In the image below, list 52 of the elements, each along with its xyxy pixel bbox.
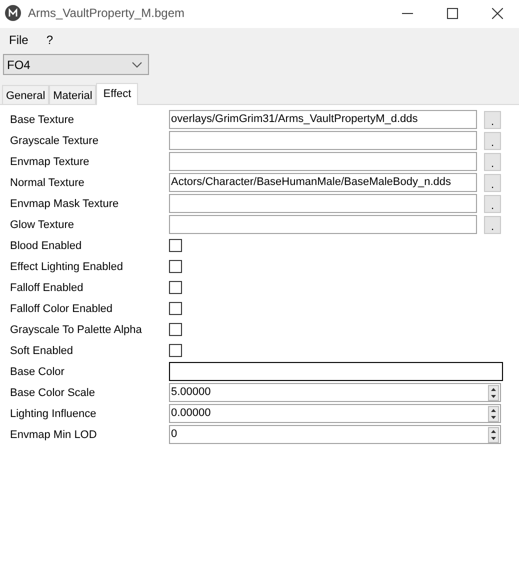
number-spinner[interactable]: 0: [169, 425, 501, 444]
property-label: Falloff Enabled: [10, 282, 84, 294]
checkbox[interactable]: [169, 344, 182, 357]
property-label: Envmap Min LOD: [10, 428, 98, 440]
app-icon: [5, 5, 21, 21]
browse-button[interactable]: .: [484, 216, 501, 234]
property-label: Envmap Texture: [10, 156, 90, 168]
browse-button[interactable]: .: [484, 152, 501, 170]
chevron-icon: [132, 62, 142, 68]
spin-arrows-icon[interactable]: [488, 384, 499, 400]
window-title: Arms_VaultProperty_M.bgem: [28, 6, 185, 20]
game-dropdown[interactable]: FO4: [3, 54, 149, 75]
property-label: Blood Enabled: [10, 240, 83, 252]
texture-path-field[interactable]: overlays/GrimGrim31/Arms_VaultPropertyM_d.dds: [169, 110, 477, 129]
close-icon[interactable]: [492, 8, 503, 18]
browse-button[interactable]: .: [484, 174, 501, 192]
texture-path-field[interactable]: [169, 152, 477, 171]
property-label: Falloff Color Enabled: [10, 302, 114, 314]
menu-item[interactable]: ?: [43, 33, 56, 47]
texture-path-field[interactable]: [169, 215, 477, 234]
tab[interactable]: Effect: [96, 83, 138, 105]
checkbox[interactable]: [169, 260, 182, 273]
maximize-icon[interactable]: [447, 8, 458, 18]
texture-path-field[interactable]: [169, 131, 477, 150]
number-spinner[interactable]: 0.00000: [169, 404, 501, 423]
property-label: Grayscale Texture: [10, 134, 100, 146]
texture-path-field[interactable]: Actors/Character/BaseHumanMale/BaseMaleBody_n.dds: [169, 173, 477, 192]
checkbox[interactable]: [169, 323, 182, 336]
property-label: Base Texture: [10, 114, 76, 126]
tab[interactable]: Material: [49, 85, 96, 104]
property-label: Envmap Mask Texture: [10, 198, 120, 210]
property-label: Grayscale To Palette Alpha: [10, 324, 143, 336]
checkbox[interactable]: [169, 239, 182, 252]
property-label: Effect Lighting Enabled: [10, 260, 124, 272]
browse-button[interactable]: .: [484, 194, 501, 212]
property-label: Normal Texture: [10, 176, 86, 188]
property-label: Soft Enabled: [10, 344, 74, 356]
menu-item[interactable]: File: [6, 33, 32, 47]
color-swatch[interactable]: [169, 362, 503, 381]
browse-button[interactable]: .: [484, 132, 501, 150]
tab[interactable]: General: [2, 85, 50, 104]
property-label: Lighting Influence: [10, 408, 98, 420]
browse-button[interactable]: .: [484, 110, 501, 128]
number-spinner[interactable]: 5.00000: [169, 383, 501, 402]
spin-arrows-icon[interactable]: [488, 426, 499, 442]
property-label: Base Color Scale: [10, 386, 96, 398]
property-label: Base Color: [10, 366, 66, 378]
checkbox[interactable]: [169, 281, 182, 294]
spin-arrows-icon[interactable]: [488, 406, 499, 422]
property-label: Glow Texture: [10, 218, 75, 230]
checkbox[interactable]: [169, 302, 182, 315]
texture-path-field[interactable]: [169, 194, 477, 213]
